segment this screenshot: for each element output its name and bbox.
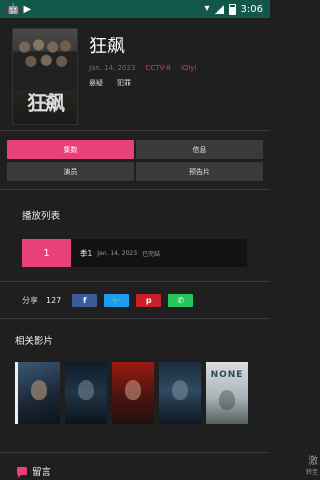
- battery-icon: [228, 3, 236, 15]
- facebook-icon: f: [83, 295, 87, 305]
- wifi-icon: ▾: [204, 3, 210, 14]
- playlist-title: 播放列表: [22, 211, 61, 222]
- show-platform-link[interactable]: iQiyi: [181, 64, 197, 72]
- episode-status: 已完結: [142, 250, 161, 258]
- tab-info[interactable]: 信息: [136, 140, 263, 159]
- status-time: 3:06: [240, 3, 263, 15]
- chat-icon: [17, 467, 27, 478]
- show-channel-link[interactable]: CCTV-8: [145, 64, 170, 72]
- tab-cast[interactable]: 演员: [7, 162, 134, 181]
- show-header: 狂飙 狂飙 Jan. 14, 2023 CCTV-8 iQiyi 悬疑 犯罪: [0, 18, 270, 130]
- show-date: Jan. 14, 2023: [89, 64, 136, 72]
- pinterest-share-button[interactable]: p: [136, 293, 162, 307]
- status-right: ▾ 3:06: [204, 3, 263, 15]
- android-icon: 🤖: [7, 3, 20, 15]
- twitter-share-button[interactable]: 🐦: [104, 293, 130, 307]
- show-poster: 狂飙: [12, 28, 78, 125]
- signal-icon: [214, 4, 224, 14]
- detail-tabs: 集数 信息 演员 预告片: [0, 131, 270, 189]
- comments-label: 留言: [32, 467, 52, 478]
- related-thumbnail[interactable]: [159, 362, 201, 424]
- genre-tag[interactable]: 悬疑: [89, 78, 103, 88]
- related-thumbnail[interactable]: NONE: [206, 362, 248, 424]
- episode-info: 季1 Jan. 14, 2023 已完結: [71, 239, 160, 267]
- related-thumbnail[interactable]: [112, 362, 154, 424]
- related-title: 相关影片: [15, 336, 54, 347]
- show-meta: Jan. 14, 2023 CCTV-8 iQiyi: [89, 64, 258, 72]
- share-bar: 分享 127 f 🐦 p ✆: [0, 282, 270, 318]
- status-left: 🤖 ▶: [7, 4, 31, 15]
- related-thumbnail[interactable]: [65, 362, 107, 424]
- show-title: 狂飙: [89, 36, 125, 57]
- thumbnail-art: [172, 380, 188, 400]
- watermark-line-2: 转至: [305, 469, 318, 476]
- whatsapp-icon: ✆: [177, 295, 185, 305]
- watermark-line-1: 激: [308, 456, 318, 467]
- related-thumbnail[interactable]: [15, 362, 60, 424]
- episode-season: 季1: [80, 248, 93, 258]
- twitter-icon: 🐦: [111, 295, 122, 305]
- tab-trailer[interactable]: 预告片: [136, 162, 263, 181]
- comments-section: 留言: [0, 452, 270, 480]
- show-info: 狂飙 Jan. 14, 2023 CCTV-8 iQiyi 悬疑 犯罪: [89, 28, 258, 130]
- related-section: 相关影片 NONE: [0, 319, 270, 434]
- comments-header[interactable]: 留言: [0, 453, 270, 478]
- genre-tag[interactable]: 犯罪: [117, 78, 131, 88]
- thumbnail-art: [219, 390, 235, 410]
- activation-watermark: 激 转至: [306, 452, 318, 476]
- thumbnail-title: NONE: [210, 370, 244, 380]
- facebook-share-button[interactable]: f: [72, 293, 98, 307]
- episode-row[interactable]: 1 季1 Jan. 14, 2023 已完結: [22, 239, 247, 267]
- pinterest-icon: p: [145, 295, 152, 305]
- thumbnail-art: [125, 380, 141, 400]
- play-icon: ▶: [23, 3, 32, 15]
- whatsapp-share-button[interactable]: ✆: [168, 293, 194, 307]
- poster-title: 狂飙: [27, 91, 65, 115]
- playlist-section: 播放列表 1 季1 Jan. 14, 2023 已完結: [0, 190, 270, 281]
- share-label: 分享: [22, 295, 38, 305]
- thumbnail-art: [31, 380, 47, 400]
- episode-number: 1: [22, 239, 71, 267]
- show-genres: 悬疑 犯罪: [89, 78, 258, 88]
- related-list: NONE: [15, 362, 255, 424]
- share-count: 127: [46, 295, 62, 305]
- tab-episodes[interactable]: 集数: [7, 140, 134, 159]
- episode-date: Jan. 14, 2023: [97, 249, 138, 257]
- poster-cast-art: [13, 35, 77, 90]
- status-bar: 🤖 ▶ ▾ 3:06: [0, 0, 270, 18]
- thumbnail-art: [78, 380, 94, 400]
